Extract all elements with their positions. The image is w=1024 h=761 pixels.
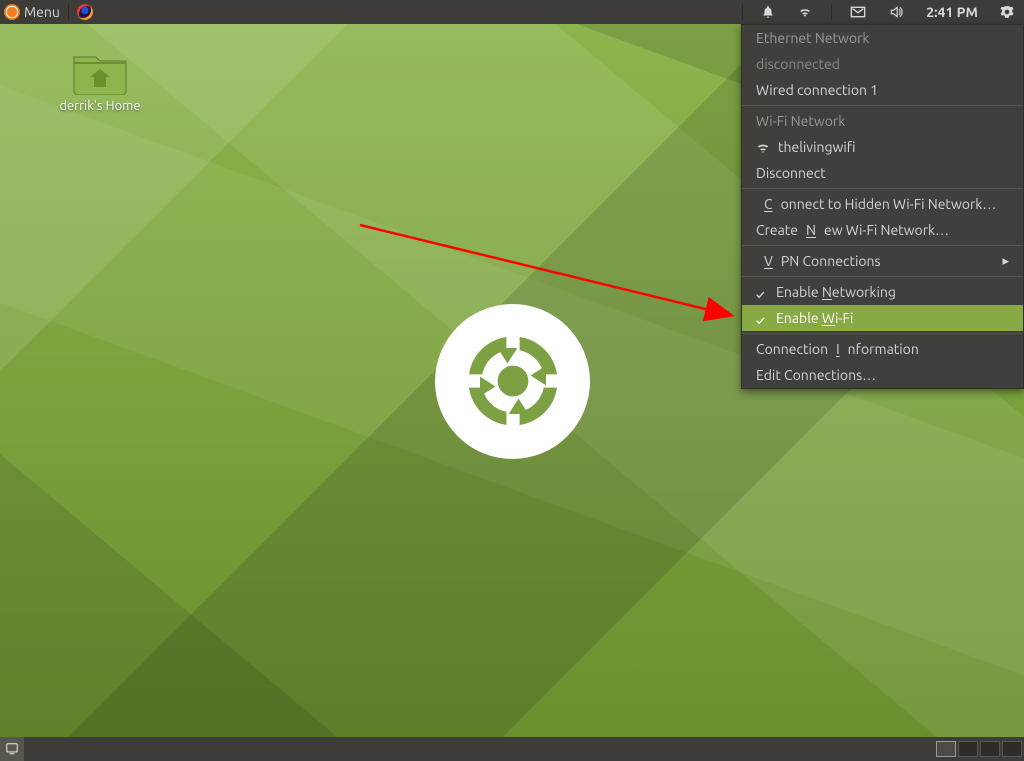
notifications-indicator[interactable] <box>757 0 779 24</box>
menu-separator <box>742 333 1023 334</box>
bell-icon <box>761 5 775 19</box>
home-folder-label: derrik's Home <box>59 99 140 113</box>
firefox-icon <box>77 4 93 20</box>
check-icon <box>756 286 768 298</box>
connect-hidden-item[interactable]: Connect to Hidden Wi-Fi Network… <box>742 191 1023 217</box>
home-folder-icon[interactable]: derrik's Home <box>50 49 150 113</box>
wifi-section-header: Wi-Fi Network <box>742 108 1023 134</box>
enable-wifi-item[interactable]: Enable Wi-Fi <box>742 305 1023 331</box>
ethernet-section-header: Ethernet Network <box>742 25 1023 51</box>
create-new-wifi-item[interactable]: Create New Wi-Fi Network… <box>742 217 1023 243</box>
mate-logo <box>435 304 590 459</box>
wifi-network-item[interactable]: thelivingwifi <box>742 134 1023 160</box>
mate-logo-svg <box>458 326 568 436</box>
workspace-2[interactable] <box>958 741 978 757</box>
folder-icon <box>72 49 128 95</box>
workspace-1[interactable] <box>936 741 956 757</box>
workspace-4[interactable] <box>1002 741 1022 757</box>
wifi-icon <box>797 5 813 19</box>
menu-label: Menu <box>24 4 60 20</box>
clock[interactable]: 2:41 PM <box>922 0 982 24</box>
enable-networking-item[interactable]: Enable Networking <box>742 279 1023 305</box>
volume-indicator[interactable] <box>884 0 908 24</box>
menu-separator <box>742 276 1023 277</box>
ethernet-status: disconnected <box>742 51 1023 77</box>
wired-connection-item[interactable]: Wired connection 1 <box>742 77 1023 103</box>
top-panel: Menu 2:41 PM <box>0 0 1024 24</box>
ubuntu-menu-button[interactable]: Menu <box>0 0 64 24</box>
workspace-3[interactable] <box>980 741 1000 757</box>
edit-connections-item[interactable]: Edit Connections… <box>742 362 1023 388</box>
bottom-panel <box>0 737 1024 761</box>
vpn-connections-item[interactable]: VPN Connections <box>742 248 1023 274</box>
connection-information-item[interactable]: Connection Information <box>742 336 1023 362</box>
menu-separator <box>742 188 1023 189</box>
check-icon <box>756 312 768 324</box>
ubuntu-icon <box>4 4 20 20</box>
show-desktop-button[interactable] <box>0 737 24 761</box>
show-desktop-icon <box>5 742 19 756</box>
gear-icon <box>1000 5 1014 19</box>
workspace-switcher[interactable] <box>936 741 1024 757</box>
network-menu: Ethernet Network disconnected Wired conn… <box>741 24 1024 389</box>
menu-separator <box>742 105 1023 106</box>
wifi-disconnect-item[interactable]: Disconnect <box>742 160 1023 186</box>
envelope-icon <box>850 6 866 18</box>
speaker-icon <box>888 5 904 19</box>
menu-separator <box>742 245 1023 246</box>
wifi-ssid-label: thelivingwifi <box>778 139 856 155</box>
mail-indicator[interactable] <box>846 0 870 24</box>
wifi-signal-icon <box>756 141 770 153</box>
separator <box>68 4 69 21</box>
separator <box>742 4 743 21</box>
firefox-launcher[interactable] <box>73 0 97 24</box>
separator <box>831 4 832 21</box>
network-indicator[interactable] <box>793 0 817 24</box>
system-indicator[interactable] <box>996 0 1018 24</box>
